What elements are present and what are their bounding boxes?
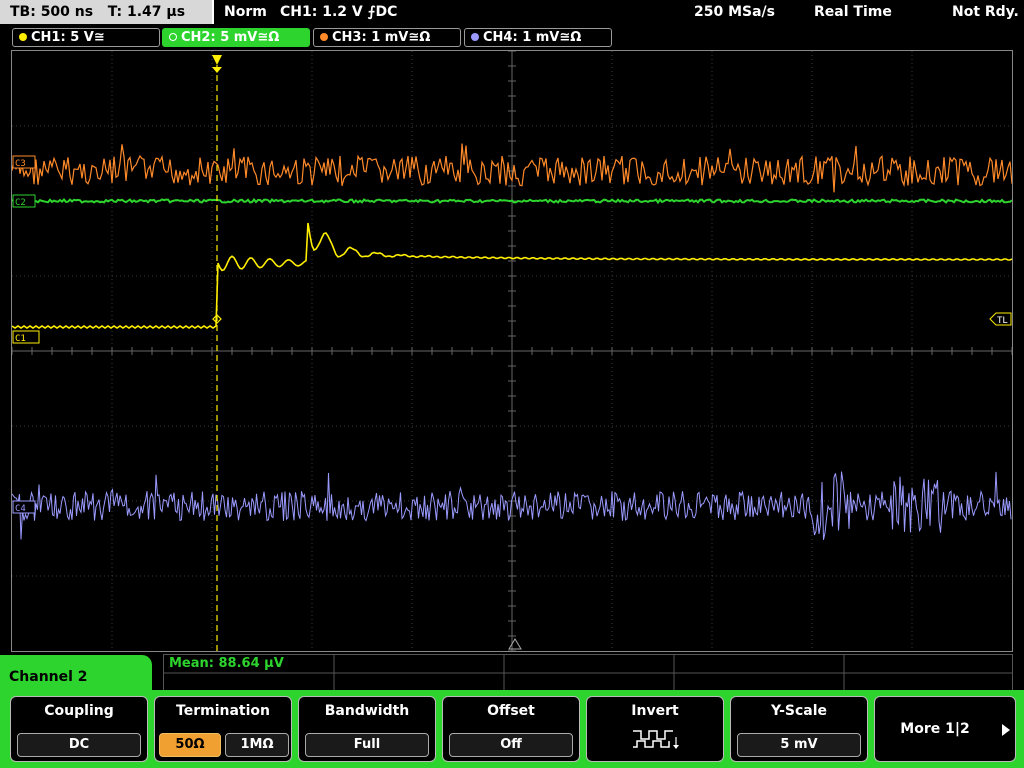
ch3-marker[interactable]: C3 xyxy=(12,155,36,169)
ch1-label: CH1: 5 V≅ xyxy=(31,30,105,45)
invert-square-wave-icon xyxy=(633,730,679,749)
waveform-display[interactable]: C3 C2 C1 C4 TL xyxy=(11,50,1013,652)
ch4-dot-icon xyxy=(471,33,479,41)
ch3-marker-label: C3 xyxy=(15,159,26,169)
ch1-dot-icon xyxy=(19,33,27,41)
menu-title: Channel 2 xyxy=(9,669,88,685)
softkey-bar: Coupling DC Termination 50Ω 1MΩ Bandwidt… xyxy=(0,690,1024,768)
more-label: More 1|2 xyxy=(900,721,970,737)
offset-value[interactable]: Off xyxy=(449,733,573,757)
ch3-label: CH3: 1 mV≅Ω xyxy=(332,30,431,45)
ch1-marker[interactable]: C1 xyxy=(12,330,40,344)
trigger-mode[interactable]: Norm xyxy=(224,0,267,24)
trigger-position-arrow-icon xyxy=(212,67,222,73)
offset-label: Offset xyxy=(487,703,535,719)
termination-50-ohm[interactable]: 50Ω xyxy=(159,733,221,757)
ch4-marker-label: C4 xyxy=(15,504,26,514)
waveform-canvas[interactable]: C3 C2 C1 C4 TL xyxy=(12,51,1012,651)
channel-2-button[interactable]: CH2: 5 mV≅Ω xyxy=(162,28,310,47)
ch4-marker[interactable]: C4 xyxy=(12,500,36,514)
yscale-value[interactable]: 5 mV xyxy=(737,733,861,757)
timebase-box[interactable]: TB: 500 ns T: 1.47 µs xyxy=(0,0,214,24)
more-arrow-icon xyxy=(1002,724,1010,736)
yscale-label: Y-Scale xyxy=(770,703,827,719)
timebase-readout: TB: 500 ns xyxy=(10,4,94,20)
trigger-time-readout: T: 1.47 µs xyxy=(107,4,186,20)
trigger-level-label: TL xyxy=(997,316,1008,326)
channel-1-button[interactable]: CH1: 5 V≅ xyxy=(12,28,160,47)
coupling-label: Coupling xyxy=(44,703,114,719)
ch2-dot-icon xyxy=(169,33,177,41)
termination-softkey[interactable]: Termination 50Ω 1MΩ xyxy=(154,696,292,762)
ch2-label: CH2: 5 mV≅Ω xyxy=(181,30,280,45)
trigger-source[interactable]: CH1: 1.2 V ⨍DC xyxy=(280,0,397,24)
yscale-softkey[interactable]: Y-Scale 5 mV xyxy=(730,696,868,762)
ch1-marker-label: C1 xyxy=(15,334,26,344)
invert-softkey[interactable]: Invert xyxy=(586,696,724,762)
measurement-grid xyxy=(164,655,1012,691)
trigger-status: Not Rdy. xyxy=(952,4,1019,20)
termination-label: Termination xyxy=(176,703,270,719)
measurement-panel: Mean: 88.64 µV xyxy=(163,654,1013,692)
channel-4-button[interactable]: CH4: 1 mV≅Ω xyxy=(464,28,612,47)
status-bar: TB: 500 ns T: 1.47 µs Norm CH1: 1.2 V ⨍D… xyxy=(0,0,1024,26)
more-softkey[interactable]: More 1|2 xyxy=(874,696,1016,762)
coupling-softkey[interactable]: Coupling DC xyxy=(10,696,148,762)
termination-1m-ohm[interactable]: 1MΩ xyxy=(225,733,289,757)
trigger-position-icon[interactable] xyxy=(212,55,222,65)
trigger-level-marker[interactable]: TL xyxy=(989,312,1012,326)
acquisition-mode: Real Time xyxy=(814,4,892,20)
ch2-marker-label: C2 xyxy=(15,198,26,208)
graticule xyxy=(12,51,1012,651)
channel-bar: CH1: 5 V≅ CH2: 5 mV≅Ω CH3: 1 mV≅Ω CH4: 1… xyxy=(0,26,1024,48)
horizontal-center-icon xyxy=(508,638,522,650)
coupling-value[interactable]: DC xyxy=(17,733,141,757)
invert-label: Invert xyxy=(631,703,679,719)
sample-rate: 250 MSa/s xyxy=(694,4,776,20)
bandwidth-label: Bandwidth xyxy=(324,703,410,719)
channel-3-button[interactable]: CH3: 1 mV≅Ω xyxy=(313,28,461,47)
ch2-marker[interactable]: C2 xyxy=(12,194,36,208)
bandwidth-softkey[interactable]: Bandwidth Full xyxy=(298,696,436,762)
ch4-label: CH4: 1 mV≅Ω xyxy=(483,30,582,45)
offset-softkey[interactable]: Offset Off xyxy=(442,696,580,762)
bandwidth-value[interactable]: Full xyxy=(305,733,429,757)
ch3-dot-icon xyxy=(320,33,328,41)
